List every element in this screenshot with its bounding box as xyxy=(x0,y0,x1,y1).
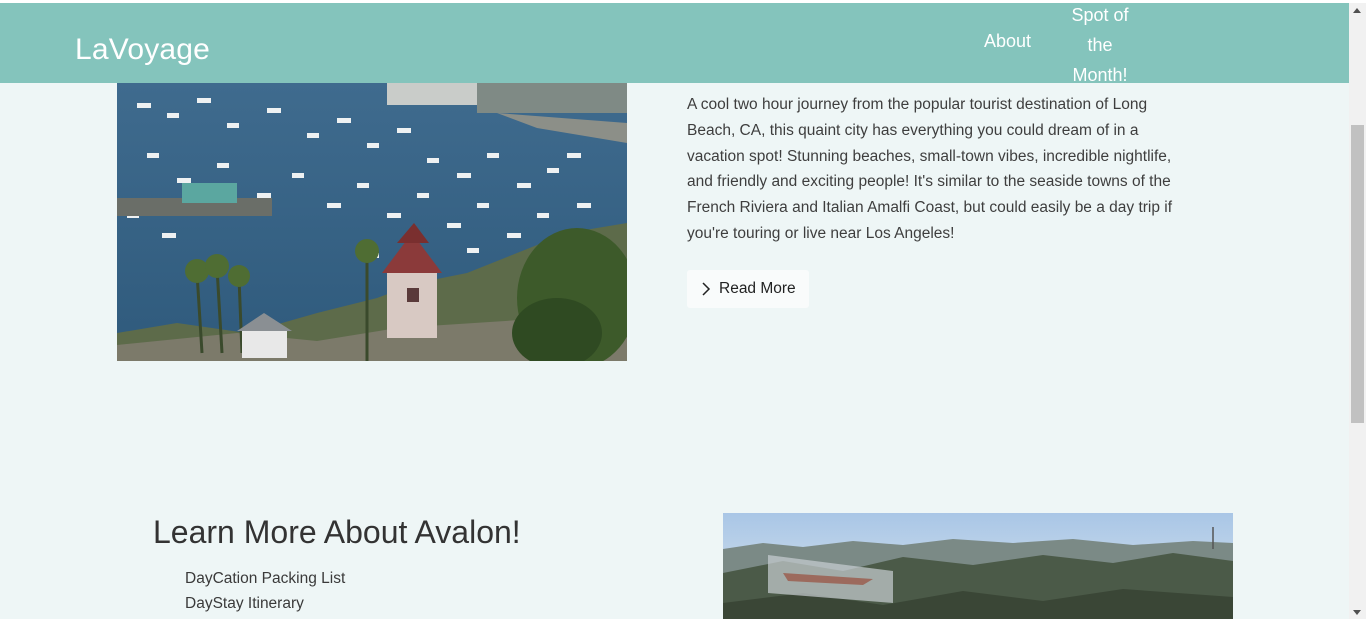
scrollbar-thumb[interactable] xyxy=(1351,125,1364,423)
link-daycation-packing-list[interactable]: DayCation Packing List xyxy=(185,566,345,591)
scroll-up-arrow-icon[interactable] xyxy=(1353,8,1361,13)
read-more-label: Read More xyxy=(719,280,796,297)
chevron-right-icon xyxy=(702,282,711,296)
learn-more-links: DayCation Packing List DayStay Itinerary xyxy=(185,566,345,616)
spot-description: A cool two hour journey from the popular… xyxy=(687,96,1173,242)
avalon-mountain-image xyxy=(723,513,1233,619)
scroll-down-arrow-icon[interactable] xyxy=(1353,610,1361,615)
vertical-scrollbar[interactable] xyxy=(1349,3,1366,619)
nav-link-about[interactable]: About xyxy=(984,31,1031,52)
read-more-button[interactable]: Read More xyxy=(687,270,809,308)
nav-link-spot-of-the-month[interactable]: Spot of the Month! xyxy=(1058,0,1142,90)
avalon-harbor-image xyxy=(117,83,627,361)
learn-more-title: Learn More About Avalon! xyxy=(153,514,521,550)
brand-logo[interactable]: LaVoyage xyxy=(75,33,210,67)
navbar: LaVoyage About Spot of the Month! xyxy=(0,3,1349,85)
link-daystay-itinerary[interactable]: DayStay Itinerary xyxy=(185,591,345,616)
